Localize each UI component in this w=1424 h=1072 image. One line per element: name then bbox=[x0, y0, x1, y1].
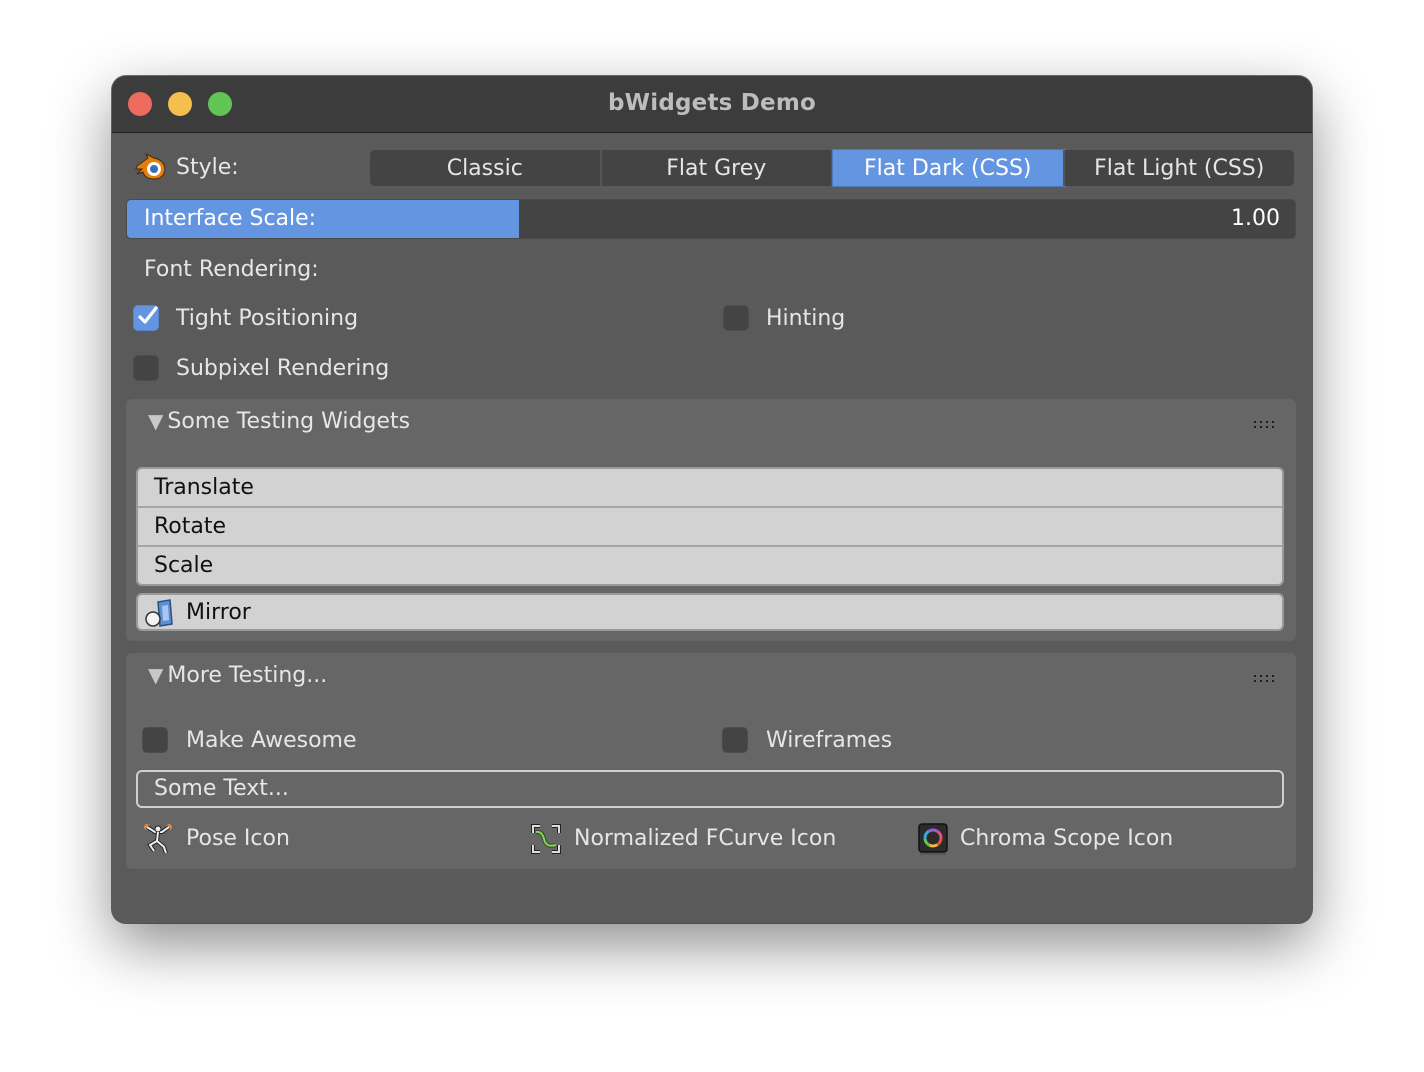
style-option-classic[interactable]: Classic bbox=[370, 150, 602, 186]
normalized-fcurve-icon-label: Normalized FCurve Icon bbox=[574, 826, 837, 851]
translate-button[interactable]: Translate bbox=[138, 469, 1282, 508]
window-title: bWidgets Demo bbox=[608, 90, 816, 116]
interface-scale-slider[interactable]: Interface Scale: 1.00 bbox=[126, 199, 1296, 239]
font-rendering-label: Font Rendering: bbox=[144, 257, 319, 282]
drag-grip-icon[interactable] bbox=[1254, 421, 1276, 431]
expand-triangle-icon: ▼ bbox=[148, 409, 164, 433]
subpixel-rendering-checkbox[interactable] bbox=[133, 355, 159, 381]
subpixel-rendering-label[interactable]: Subpixel Rendering bbox=[176, 356, 389, 381]
wireframes-label[interactable]: Wireframes bbox=[766, 728, 892, 753]
text-input[interactable]: Some Text... bbox=[136, 770, 1284, 808]
pose-icon bbox=[142, 823, 174, 855]
checkmark-icon bbox=[138, 306, 158, 324]
hinting-checkbox[interactable] bbox=[723, 305, 749, 331]
panel-more-testing: ▼ More Testing... Make Awesome Wireframes… bbox=[126, 653, 1296, 869]
blender-logo-icon bbox=[134, 152, 168, 182]
chroma-scope-icon bbox=[918, 823, 948, 855]
style-selector: Classic Flat Grey Flat Dark (CSS) Flat L… bbox=[370, 149, 1294, 187]
normalized-fcurve-icon bbox=[530, 823, 562, 855]
tight-positioning-checkbox[interactable] bbox=[133, 305, 159, 331]
panel-title: More Testing... bbox=[167, 663, 328, 688]
hinting-label[interactable]: Hinting bbox=[766, 306, 845, 331]
app-window: bWidgets Demo Style: Classic Flat Grey F… bbox=[112, 76, 1312, 923]
style-option-flat-dark-css[interactable]: Flat Dark (CSS) bbox=[832, 149, 1066, 187]
make-awesome-label[interactable]: Make Awesome bbox=[186, 728, 357, 753]
mirror-icon bbox=[144, 598, 176, 628]
slider-value: 1.00 bbox=[1231, 206, 1280, 231]
mirror-label: Mirror bbox=[186, 600, 251, 625]
rotate-button[interactable]: Rotate bbox=[138, 508, 1282, 547]
drag-grip-icon[interactable] bbox=[1254, 675, 1276, 685]
make-awesome-checkbox[interactable] bbox=[142, 727, 168, 753]
panel-title: Some Testing Widgets bbox=[167, 409, 411, 434]
panel-some-testing-widgets: ▼ Some Testing Widgets Translate Rotate S… bbox=[126, 399, 1296, 641]
transform-button-group: Translate Rotate Scale bbox=[136, 467, 1284, 586]
expand-triangle-icon: ▼ bbox=[148, 663, 164, 687]
mirror-button[interactable]: Mirror bbox=[136, 593, 1284, 631]
style-option-flat-light-css[interactable]: Flat Light (CSS) bbox=[1064, 150, 1294, 186]
scale-button[interactable]: Scale bbox=[138, 547, 1282, 584]
chroma-scope-icon-label: Chroma Scope Icon bbox=[960, 826, 1174, 851]
wireframes-checkbox[interactable] bbox=[722, 727, 748, 753]
style-label: Style: bbox=[176, 155, 239, 180]
style-option-flat-grey[interactable]: Flat Grey bbox=[601, 150, 833, 186]
panel-header[interactable]: ▼ Some Testing Widgets bbox=[148, 409, 410, 434]
pose-icon-label: Pose Icon bbox=[186, 826, 290, 851]
slider-label: Interface Scale: bbox=[144, 206, 317, 231]
tight-positioning-label[interactable]: Tight Positioning bbox=[176, 306, 358, 331]
panel-header[interactable]: ▼ More Testing... bbox=[148, 663, 327, 688]
title-bar[interactable]: bWidgets Demo bbox=[112, 76, 1312, 133]
